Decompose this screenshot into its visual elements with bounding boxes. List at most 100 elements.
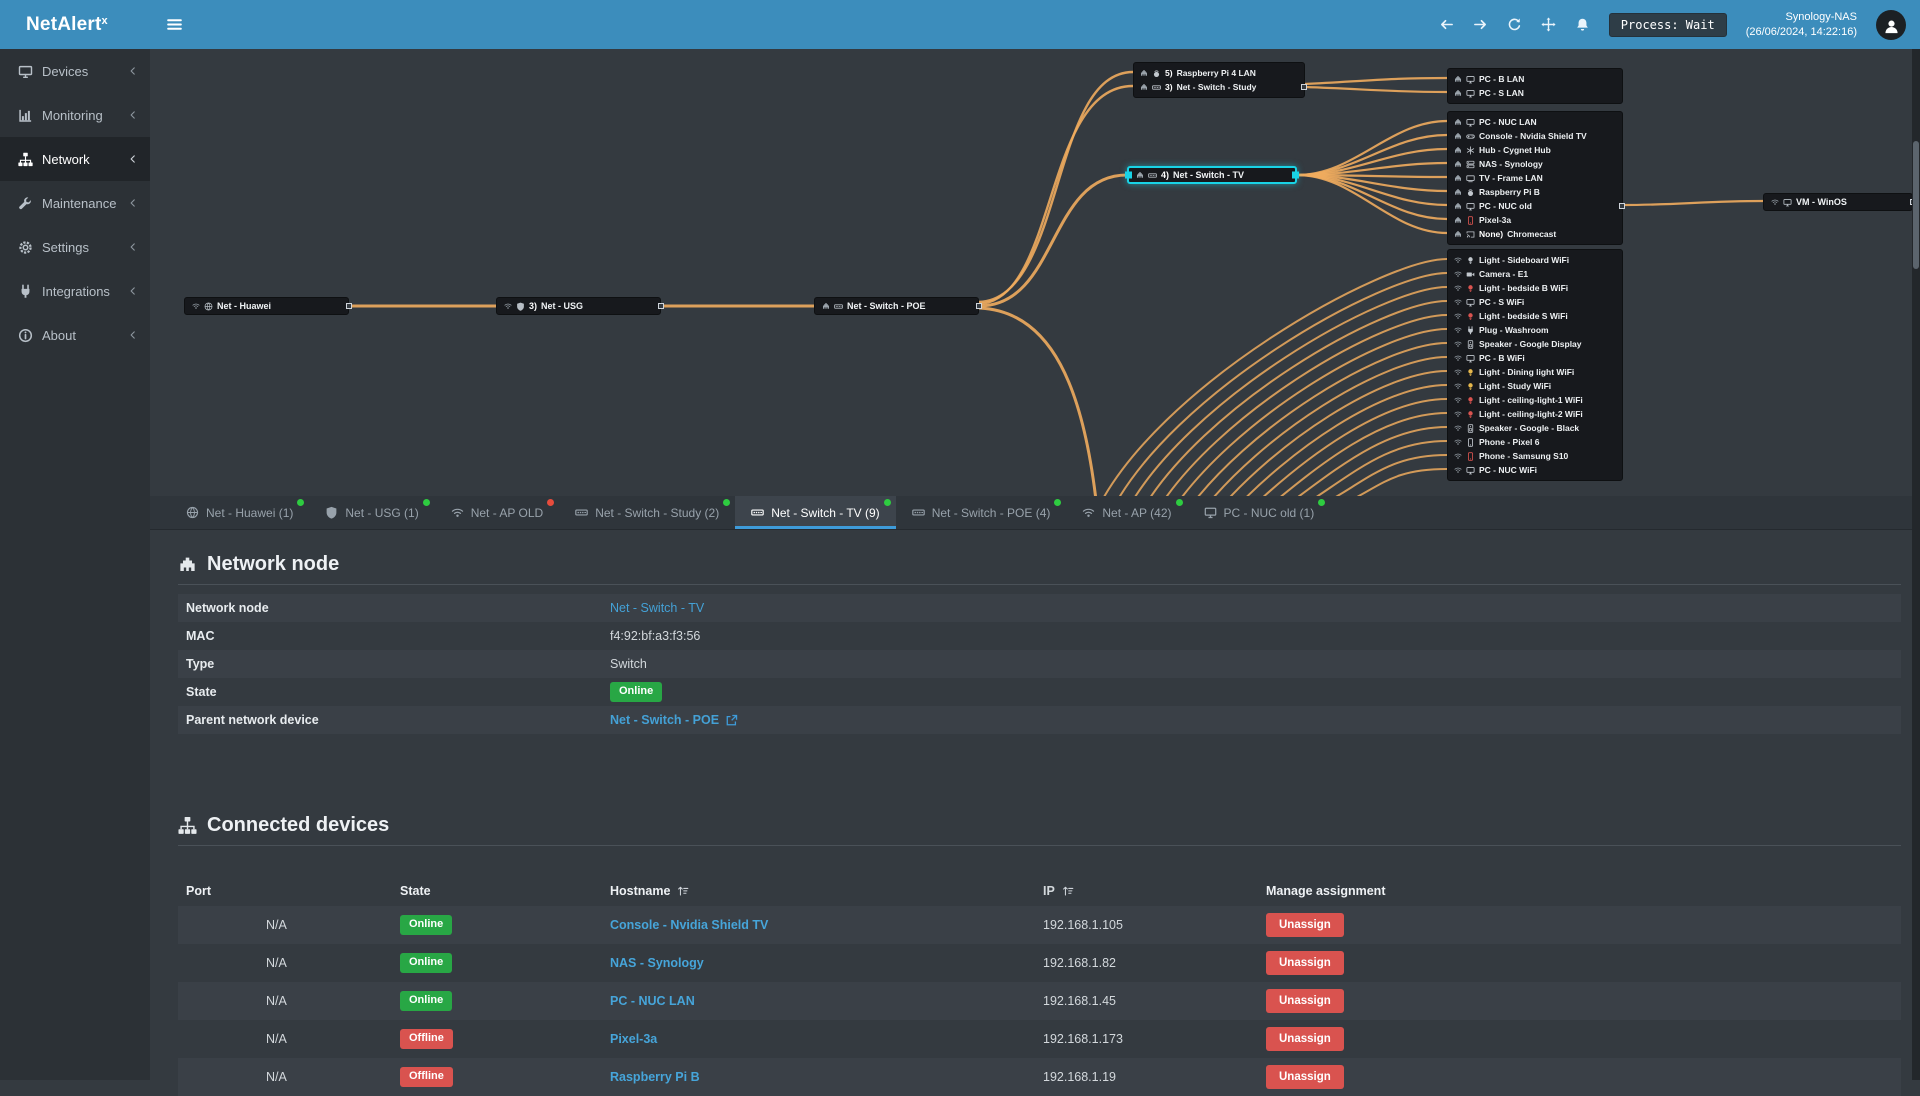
hostname-cell: NAS - Synology	[610, 956, 1043, 970]
bars-icon	[166, 16, 183, 33]
wifi-icon	[1454, 396, 1462, 404]
device-row-net-switch-study[interactable]: 3)Net - Switch - Study	[1140, 80, 1298, 94]
tab-net-huawei-1[interactable]: Net - Huawei (1)	[170, 496, 309, 529]
device-row-light-ceiling-light-2-wifi[interactable]: Light - ceiling-light-2 WiFi	[1454, 407, 1616, 421]
device-cluster-lan-bs: PC - B LANPC - S LAN	[1447, 68, 1623, 104]
tab-label: Net - AP (42)	[1102, 506, 1171, 520]
device-row-phone-samsung-s10[interactable]: Phone - Samsung S10	[1454, 449, 1616, 463]
diagram-node-net-huawei[interactable]: Net - Huawei	[184, 297, 349, 315]
device-row-pc-b-wifi[interactable]: PC - B WiFi	[1454, 351, 1616, 365]
scrollbar-thumb[interactable]	[1913, 141, 1919, 269]
wifi-icon	[1454, 438, 1462, 446]
sidebar-item-about[interactable]: About	[0, 313, 150, 357]
pan-move-button[interactable]	[1541, 17, 1556, 32]
eth-icon	[1454, 230, 1462, 238]
device-row-light-study-wifi[interactable]: Light - Study WiFi	[1454, 379, 1616, 393]
device-row-pc-s-wifi[interactable]: PC - S WiFi	[1454, 295, 1616, 309]
device-row-phone-pixel-6[interactable]: Phone - Pixel 6	[1454, 435, 1616, 449]
device-row-light-bedside-b-wifi[interactable]: Light - bedside B WiFi	[1454, 281, 1616, 295]
device-row-speaker-google-display[interactable]: Speaker - Google Display	[1454, 337, 1616, 351]
eth-icon	[1454, 202, 1462, 210]
diagram-node-net-usg[interactable]: 3)Net - USG	[496, 297, 661, 315]
globe-icon	[186, 506, 199, 519]
parent-node-link[interactable]: Net - Switch - POE	[610, 713, 719, 727]
bulb-icon	[1466, 312, 1475, 321]
hamburger-menu-button[interactable]	[166, 16, 183, 33]
device-row-light-sideboard-wifi[interactable]: Light - Sideboard WiFi	[1454, 253, 1616, 267]
device-row-console-nvidia-shield-tv[interactable]: Console - Nvidia Shield TV	[1454, 129, 1616, 143]
tab-net-switch-study-2[interactable]: Net - Switch - Study (2)	[559, 496, 735, 529]
hostname-cell: PC - NUC LAN	[610, 994, 1043, 1008]
speaker-icon	[1466, 340, 1475, 349]
device-row-camera-e1[interactable]: Camera - E1	[1454, 267, 1616, 281]
device-row-light-dining-light-wifi[interactable]: Light - Dining light WiFi	[1454, 365, 1616, 379]
sidebar-item-network[interactable]: Network	[0, 137, 150, 181]
sidebar-item-integrations[interactable]: Integrations	[0, 269, 150, 313]
hostname-link[interactable]: Raspberry Pi B	[610, 1070, 700, 1084]
unassign-button[interactable]: Unassign	[1266, 989, 1344, 1013]
tab-net-ap-old[interactable]: Net - AP OLD	[435, 496, 559, 529]
sidebar-item-devices[interactable]: Devices	[0, 49, 150, 93]
network-node-link[interactable]: Net - Switch - TV	[610, 601, 704, 615]
device-row-light-bedside-s-wifi[interactable]: Light - bedside S WiFi	[1454, 309, 1616, 323]
external-icon[interactable]	[725, 714, 738, 727]
unassign-button[interactable]: Unassign	[1266, 1027, 1344, 1051]
table-row-raspberry-pi-b: N/AOfflineRaspberry Pi B192.168.1.19Unas…	[178, 1058, 1901, 1096]
globe-icon	[204, 302, 213, 311]
wifi-icon	[192, 302, 200, 310]
sidebar-item-monitoring[interactable]: Monitoring	[0, 93, 150, 137]
device-row-chromecast[interactable]: None)Chromecast	[1454, 227, 1616, 241]
nav-back-button[interactable]	[1439, 17, 1454, 32]
device-row-hub-cygnet-hub[interactable]: Hub - Cygnet Hub	[1454, 143, 1616, 157]
hostname-link[interactable]: NAS - Synology	[610, 956, 704, 970]
device-row-speaker-google-black[interactable]: Speaker - Google - Black	[1454, 421, 1616, 435]
speaker-icon	[1466, 424, 1475, 433]
device-row-pc-nuc-old[interactable]: PC - NUC old	[1454, 199, 1616, 213]
unassign-button[interactable]: Unassign	[1266, 951, 1344, 975]
diagram-node-vm-winos[interactable]: VM - WinOS	[1763, 193, 1913, 211]
device-row-pc-nuc-wifi[interactable]: PC - NUC WiFi	[1454, 463, 1616, 477]
diagram-node-net-switch-poe[interactable]: Net - Switch - POE	[814, 297, 979, 315]
connector-handle	[976, 303, 982, 309]
notifications-button[interactable]	[1575, 17, 1590, 32]
tab-net-ap-42[interactable]: Net - AP (42)	[1066, 496, 1187, 529]
node-label: Console - Nvidia Shield TV	[1479, 132, 1587, 141]
user-avatar[interactable]	[1876, 10, 1906, 40]
device-row-raspberry-pi-4-lan[interactable]: 5)Raspberry Pi 4 LAN	[1140, 66, 1298, 80]
monitor-icon	[1466, 298, 1475, 307]
nav-forward-button[interactable]	[1473, 17, 1488, 32]
hostname-link[interactable]: Console - Nvidia Shield TV	[610, 918, 768, 932]
device-row-nas-synology[interactable]: NAS - Synology	[1454, 157, 1616, 171]
state-badge: Online	[400, 991, 452, 1010]
device-row-light-ceiling-light-1-wifi[interactable]: Light - ceiling-light-1 WiFi	[1454, 393, 1616, 407]
device-row-pc-b-lan[interactable]: PC - B LAN	[1454, 72, 1616, 86]
diagram-node-net-switch-tv[interactable]: 4)Net - Switch - TV	[1127, 166, 1297, 184]
sidebar-item-settings[interactable]: Settings	[0, 225, 150, 269]
device-row-plug-washroom[interactable]: Plug - Washroom	[1454, 323, 1616, 337]
hostname-cell: Pixel-3a	[610, 1032, 1043, 1046]
tab-net-switch-tv-9[interactable]: Net - Switch - TV (9)	[735, 496, 895, 529]
device-row-pixel-3a[interactable]: Pixel-3a	[1454, 213, 1616, 227]
eth-icon	[822, 302, 830, 310]
tab-net-usg-1[interactable]: Net - USG (1)	[309, 496, 434, 529]
manage-cell: Unassign	[1258, 913, 1901, 937]
device-row-pc-s-lan[interactable]: PC - S LAN	[1454, 86, 1616, 100]
device-row-raspberry-pi-b[interactable]: Raspberry Pi B	[1454, 185, 1616, 199]
tab-pc-nuc-old-1[interactable]: PC - NUC old (1)	[1188, 496, 1331, 529]
sidebar-item-maintenance[interactable]: Maintenance	[0, 181, 150, 225]
hostname-link[interactable]: PC - NUC LAN	[610, 994, 695, 1008]
phone-icon	[1466, 452, 1475, 461]
device-row-tv-frame-lan[interactable]: TV - Frame LAN	[1454, 171, 1616, 185]
tab-net-switch-poe-4[interactable]: Net - Switch - POE (4)	[896, 496, 1067, 529]
hostname-link[interactable]: Pixel-3a	[610, 1032, 657, 1046]
node-label: Raspberry Pi B	[1479, 188, 1540, 197]
unassign-button[interactable]: Unassign	[1266, 913, 1344, 937]
app-logo[interactable]: NetAlertx	[0, 0, 150, 49]
eth-icon	[1454, 160, 1462, 168]
column-header-ip[interactable]: IP	[1043, 884, 1258, 898]
column-header-hostname[interactable]: Hostname	[610, 884, 1043, 898]
unassign-button[interactable]: Unassign	[1266, 1065, 1344, 1089]
device-row-pc-nuc-lan[interactable]: PC - NUC LAN	[1454, 115, 1616, 129]
scrollbar[interactable]	[1912, 49, 1920, 1080]
refresh-button[interactable]	[1507, 17, 1522, 32]
